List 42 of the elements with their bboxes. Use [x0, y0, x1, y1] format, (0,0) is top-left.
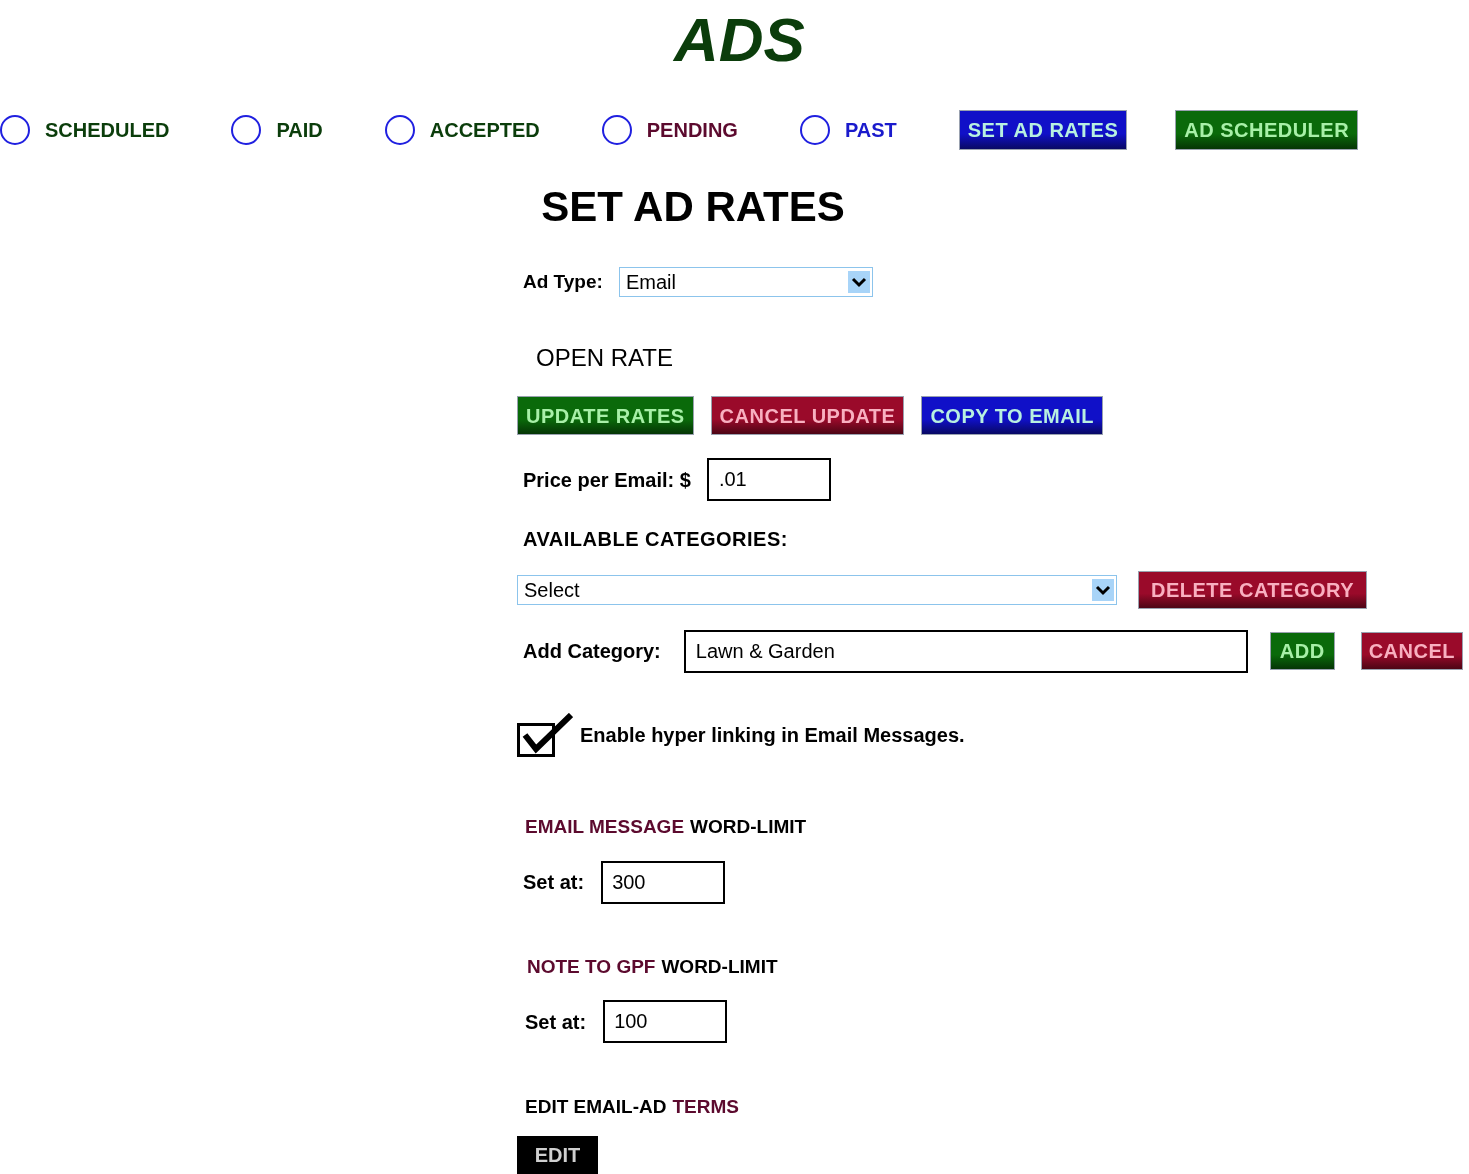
price-input[interactable]: .01: [706, 458, 831, 501]
word-limit-input[interactable]: 100: [603, 1000, 728, 1043]
radio-button[interactable]: [799, 115, 830, 145]
radio-button[interactable]: [601, 115, 632, 145]
field-label: Set at:: [523, 870, 585, 895]
rate-button[interactable]: UPDATE RATES: [517, 396, 694, 435]
add-category-input[interactable]: Lawn & Garden: [683, 629, 1248, 673]
rate-button[interactable]: CANCEL UPDATE: [710, 396, 905, 435]
field-label: Ad Type:: [523, 269, 603, 294]
radio-button[interactable]: [384, 115, 415, 145]
filter-label[interactable]: SCHEDULED: [45, 115, 170, 145]
section-heading: TERMS: [672, 1095, 739, 1119]
category-dropdown[interactable]: Select: [517, 575, 1117, 605]
section-heading: WORD-LIMIT: [661, 954, 778, 979]
section-heading: NOTE TO GPF: [527, 954, 656, 979]
radio-button[interactable]: [231, 115, 262, 145]
section-heading: EMAIL MESSAGE: [525, 815, 685, 839]
nav-button[interactable]: SET AD RATES: [958, 110, 1128, 150]
filter-label[interactable]: ACCEPTED: [429, 115, 540, 145]
delete-category-button[interactable]: DELETE CATEGORY: [1138, 571, 1368, 609]
word-limit-input[interactable]: 300: [601, 860, 726, 904]
add-button[interactable]: ADD: [1269, 632, 1335, 670]
section-heading: WORD-LIMIT: [690, 815, 807, 839]
radio-button[interactable]: [0, 115, 30, 145]
field-label: Set at:: [525, 1009, 587, 1035]
cancel-button[interactable]: CANCEL: [1360, 632, 1463, 670]
field-label: Add Category:: [523, 639, 661, 664]
checkbox-label: Enable hyper linking in Email Messages.: [580, 723, 965, 748]
filter-label[interactable]: PAST: [844, 115, 897, 145]
page-title: SET AD RATES: [541, 182, 845, 232]
filter-label[interactable]: PENDING: [646, 115, 738, 145]
nav-button[interactable]: AD SCHEDULER: [1175, 110, 1359, 150]
section-heading: OPEN RATE: [536, 343, 674, 373]
filter-label[interactable]: PAID: [276, 115, 323, 145]
section-heading: EDIT EMAIL-AD: [525, 1095, 667, 1119]
checkbox[interactable]: [517, 713, 573, 757]
field-label: Price per Email: $: [523, 467, 691, 493]
ad-type-dropdown[interactable]: Email: [618, 267, 873, 297]
rate-button[interactable]: COPY TO EMAIL: [921, 396, 1103, 435]
section-heading: AVAILABLE CATEGORIES:: [523, 527, 789, 552]
logo: ADS: [674, 8, 805, 72]
edit-button[interactable]: EDIT: [517, 1135, 598, 1174]
